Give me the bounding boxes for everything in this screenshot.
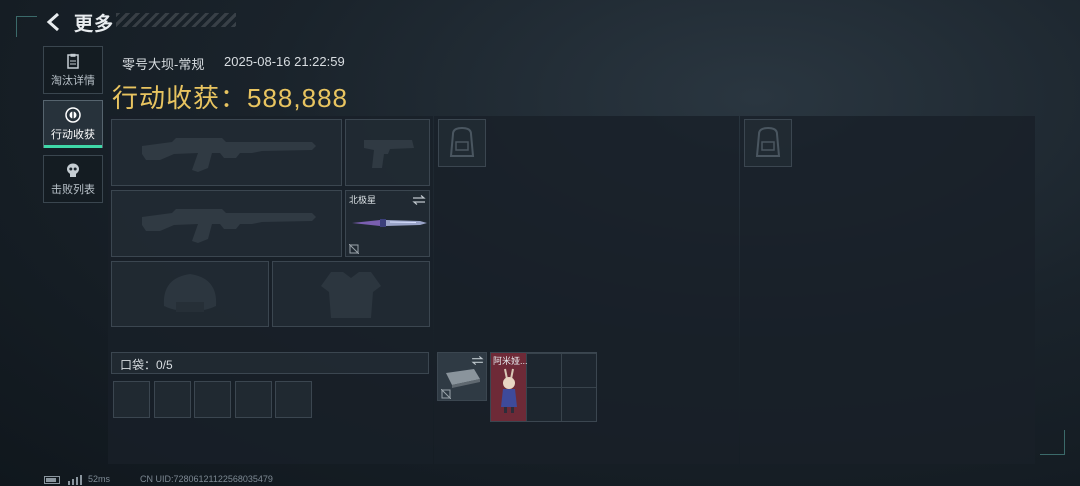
ping-text: 52ms (88, 474, 111, 484)
sidebar-item-label: 行动收获 (51, 129, 95, 141)
grid-cell (561, 387, 596, 421)
map-name: 零号大坝-常规 (122, 57, 205, 72)
rifle-silhouette-icon (142, 138, 316, 172)
signal-icon (68, 475, 82, 485)
sidebar-item-label: 击败列表 (51, 184, 95, 196)
backpack-icon (449, 126, 475, 157)
pocket-label: 口袋：0/5 (120, 358, 173, 372)
sidebar-item-label: 淘汰详情 (51, 75, 95, 87)
armor-silhouette-icon (321, 272, 381, 318)
swap-icon (471, 356, 484, 365)
grid-cell (561, 353, 596, 388)
helmet-silhouette-icon (163, 274, 217, 312)
corner-mark (1040, 430, 1065, 455)
pistol-slot[interactable] (345, 119, 430, 186)
pocket-slot[interactable] (235, 381, 272, 418)
rig-slot[interactable] (744, 119, 792, 167)
pocket-slot[interactable] (154, 381, 191, 418)
haul-value: 行动收获：588,888 (112, 78, 348, 115)
pistol-silhouette-icon (364, 140, 414, 168)
back-icon[interactable] (44, 12, 64, 32)
rig-panel (740, 116, 1035, 464)
swap-icon (412, 195, 426, 205)
knife-icon (352, 219, 427, 227)
secondary-weapon-slot[interactable] (111, 190, 342, 257)
helmet-slot[interactable] (111, 261, 269, 327)
clipboard-icon (67, 53, 79, 69)
tab-elimination-details[interactable]: 淘汰详情 (43, 46, 103, 94)
uid-text: CN UID:7280612112256803547​9 (140, 474, 273, 484)
haul-label: 行动收获： (112, 83, 248, 113)
pocket-slot[interactable] (113, 381, 150, 418)
figure-item-label: 阿米娅... (493, 356, 528, 366)
primary-weapon-slot[interactable] (111, 119, 342, 186)
figure-icon (501, 368, 517, 413)
armor-slot[interactable] (272, 261, 430, 327)
target-icon (65, 107, 81, 123)
pocket-slot[interactable] (194, 381, 231, 418)
match-datetime: 2025-08-16 21:22:59 (224, 54, 345, 69)
page-title: 更多 (74, 14, 115, 35)
pocket-slot[interactable] (275, 381, 312, 418)
melee-label: 北极星 (349, 195, 377, 205)
backpack-slot[interactable] (438, 119, 486, 167)
header-stripes (116, 13, 236, 27)
tab-kill-list[interactable]: 击败列表 (43, 155, 103, 203)
skull-icon (67, 163, 79, 177)
keycard-case-item[interactable] (437, 352, 487, 401)
tab-action-haul[interactable]: 行动收获 (43, 100, 103, 148)
backpack-icon (755, 126, 781, 157)
grid-cell (526, 387, 562, 421)
rifle-silhouette-icon (142, 209, 316, 243)
keycard-case-icon (446, 369, 480, 388)
grid-cell (526, 353, 562, 388)
no-insure-icon (441, 389, 451, 399)
corner-mark (16, 16, 37, 37)
battery-icon (44, 476, 60, 484)
no-insure-icon (349, 244, 359, 254)
haul-amount: 588,888 (247, 83, 348, 113)
